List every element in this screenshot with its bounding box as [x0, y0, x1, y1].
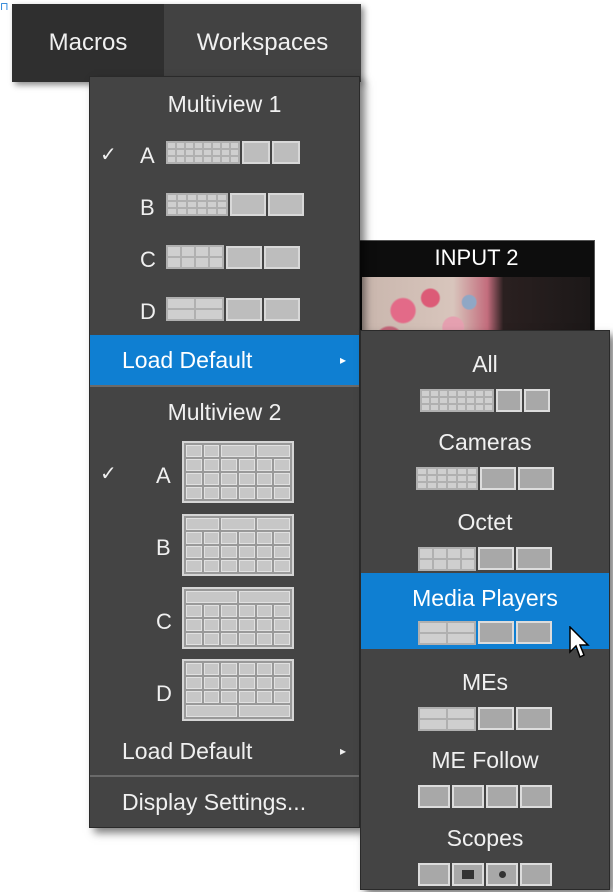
layout-d-icon — [182, 659, 294, 721]
grid-tiles-icon — [166, 141, 240, 164]
program-box-icon — [264, 297, 300, 321]
layout-cameras-icon — [416, 467, 554, 490]
multiview2-option-d[interactable]: D — [90, 657, 359, 727]
program-box-icon — [268, 193, 304, 216]
layout-media-players-icon — [418, 621, 552, 645]
load-default-submenu: All Cameras Octet Media Players MEs ME F… — [360, 330, 610, 890]
layout-b-icon — [182, 514, 294, 576]
preview-box-icon — [242, 141, 270, 164]
preview-box-icon — [226, 245, 262, 269]
monitor-label: INPUT 2 — [434, 245, 519, 270]
display-settings-label: Display Settings... — [122, 789, 307, 815]
submenu-item-octet[interactable]: Octet — [361, 505, 609, 581]
submenu-label: MEs — [462, 669, 508, 695]
check-icon: ✓ — [100, 463, 117, 485]
preview-box-icon — [230, 193, 266, 216]
menu-macros[interactable]: Macros — [12, 4, 164, 82]
multiview2-heading: Multiview 2 — [167, 399, 282, 425]
layout-me-follow-icon — [418, 785, 552, 808]
submenu-arrow-icon: ▸ — [340, 353, 347, 367]
multiview1-heading: Multiview 1 — [167, 91, 282, 117]
submenu-item-all[interactable]: All — [361, 347, 609, 423]
grid-tiles-icon — [166, 193, 228, 216]
layout-d-icon — [166, 297, 300, 321]
submenu-label: Octet — [457, 509, 513, 535]
window-corner-glyph: ⊓ — [0, 1, 9, 13]
layout-mes-icon — [418, 707, 552, 731]
option-letter: A — [156, 463, 171, 488]
layout-octet-icon — [418, 547, 552, 571]
layout-c-icon — [166, 245, 300, 269]
check-icon: ✓ — [100, 144, 117, 166]
load-default-label: Load Default — [122, 347, 253, 373]
multiview1-option-c[interactable]: C — [90, 233, 359, 285]
submenu-item-me-follow[interactable]: ME Follow — [361, 743, 609, 819]
option-letter: C — [156, 609, 172, 634]
submenu-label: Media Players — [412, 585, 558, 611]
menu-workspaces[interactable]: Workspaces — [164, 4, 361, 82]
option-letter: C — [140, 247, 156, 272]
submenu-label: Cameras — [438, 429, 532, 455]
multiview2-option-a[interactable]: ✓ A — [90, 439, 359, 509]
multiview1-option-b[interactable]: B — [90, 181, 359, 233]
program-box-icon — [272, 141, 300, 164]
display-settings-item[interactable]: Display Settings... — [90, 779, 359, 825]
submenu-label: All — [472, 351, 498, 377]
grid-tiles-icon — [166, 297, 224, 321]
layout-scopes-icon — [418, 863, 552, 886]
menu-divider — [90, 775, 359, 777]
option-letter: B — [156, 535, 171, 560]
multiview1-option-d[interactable]: D — [90, 285, 359, 337]
multiview1-load-default[interactable]: Load Default ▸ — [90, 335, 359, 385]
submenu-arrow-icon: ▸ — [340, 744, 347, 758]
submenu-item-cameras[interactable]: Cameras — [361, 425, 609, 501]
option-letter: A — [140, 143, 155, 168]
option-letter: B — [140, 195, 155, 220]
layout-a-icon — [166, 141, 300, 164]
workspaces-dropdown: Multiview 1 ✓ A B C D Load Default ▸ Mul… — [89, 76, 360, 828]
multiview1-option-a[interactable]: ✓ A — [90, 129, 359, 181]
menu-bar: Macros Workspaces — [12, 4, 361, 82]
multiview2-load-default[interactable]: Load Default ▸ — [90, 727, 359, 777]
layout-a-icon — [182, 441, 294, 503]
preview-box-icon — [226, 297, 262, 321]
submenu-label: ME Follow — [431, 747, 539, 773]
layout-b-icon — [166, 193, 304, 216]
submenu-label: Scopes — [446, 825, 524, 851]
layout-all-icon — [420, 389, 550, 412]
program-box-icon — [264, 245, 300, 269]
menu-divider — [90, 385, 359, 387]
option-letter: D — [140, 299, 156, 324]
submenu-item-scopes[interactable]: Scopes — [361, 821, 609, 892]
multiview2-option-b[interactable]: B — [90, 511, 359, 583]
mouse-cursor-icon — [569, 626, 590, 659]
grid-tiles-icon — [166, 245, 224, 269]
load-default-label: Load Default — [122, 738, 253, 764]
option-letter: D — [156, 681, 172, 706]
multiview2-option-c[interactable]: C — [90, 585, 359, 655]
submenu-item-mes[interactable]: MEs — [361, 665, 609, 741]
layout-c-icon — [182, 587, 294, 649]
